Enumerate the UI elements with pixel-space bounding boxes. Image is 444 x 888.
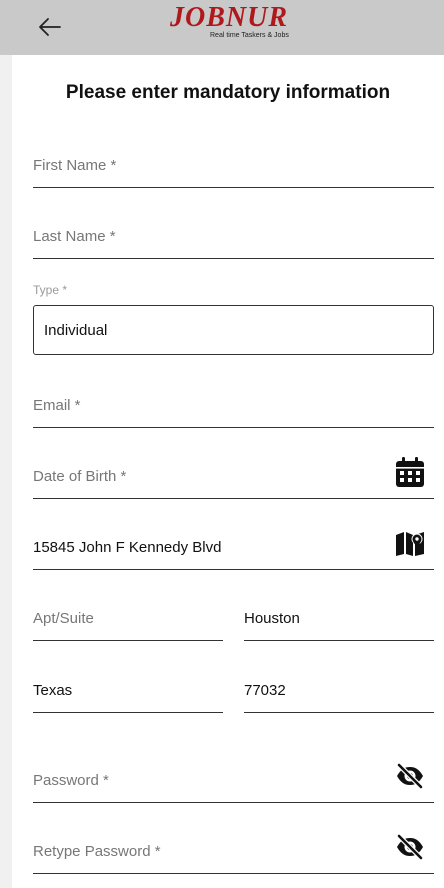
form-panel: Please enter mandatory information First… (12, 55, 444, 888)
apt-placeholder: Apt/Suite (33, 610, 94, 627)
password-field[interactable]: Password * (33, 762, 434, 803)
back-arrow-icon (39, 18, 61, 36)
date-of-birth-field[interactable]: Date of Birth * (33, 456, 434, 499)
retype-password-placeholder: Retype Password * (33, 843, 161, 860)
app-header: JOBNUR Real time Taskers & Jobs (0, 0, 444, 55)
eye-slash-icon (396, 834, 424, 860)
retype-password-visibility-toggle[interactable] (394, 831, 426, 863)
logo-text: JOBNUR (170, 2, 289, 33)
zip-value: 77032 (244, 682, 286, 699)
type-select[interactable]: Individual (33, 305, 434, 355)
password-visibility-toggle[interactable] (394, 760, 426, 792)
calendar-button[interactable] (394, 456, 426, 488)
map-button[interactable] (394, 527, 426, 559)
email-field[interactable]: Email * (33, 387, 434, 428)
calendar-icon (396, 457, 424, 487)
apt-suite-field[interactable]: Apt/Suite (33, 600, 223, 641)
back-button[interactable] (30, 10, 70, 44)
registration-screen: JOBNUR Real time Taskers & Jobs Please e… (0, 0, 444, 888)
state-value: Texas (33, 682, 73, 699)
email-placeholder: Email * (33, 397, 81, 414)
eye-slash-icon (396, 763, 424, 789)
state-field[interactable]: Texas (33, 672, 223, 713)
logo-tagline: Real time Taskers & Jobs (210, 32, 289, 39)
zip-field[interactable]: 77032 (244, 672, 434, 713)
last-name-placeholder: Last Name * (33, 228, 116, 245)
city-field[interactable]: Houston (244, 600, 434, 641)
type-label: Type * (33, 283, 68, 297)
app-logo: JOBNUR Real time Taskers & Jobs (170, 3, 310, 47)
page-title: Please enter mandatory information (65, 82, 391, 103)
address-value: 15845 John F Kennedy Blvd (33, 539, 222, 556)
map-icon (396, 532, 424, 556)
first-name-field[interactable]: First Name * (33, 147, 434, 188)
address-field[interactable]: 15845 John F Kennedy Blvd (33, 529, 434, 570)
dob-placeholder: Date of Birth * (33, 468, 127, 485)
last-name-field[interactable]: Last Name * (33, 218, 434, 259)
retype-password-field[interactable]: Retype Password * (33, 833, 434, 874)
city-value: Houston (244, 610, 300, 627)
first-name-placeholder: First Name * (33, 157, 117, 174)
type-selected-value: Individual (44, 322, 108, 339)
password-placeholder: Password * (33, 772, 109, 789)
